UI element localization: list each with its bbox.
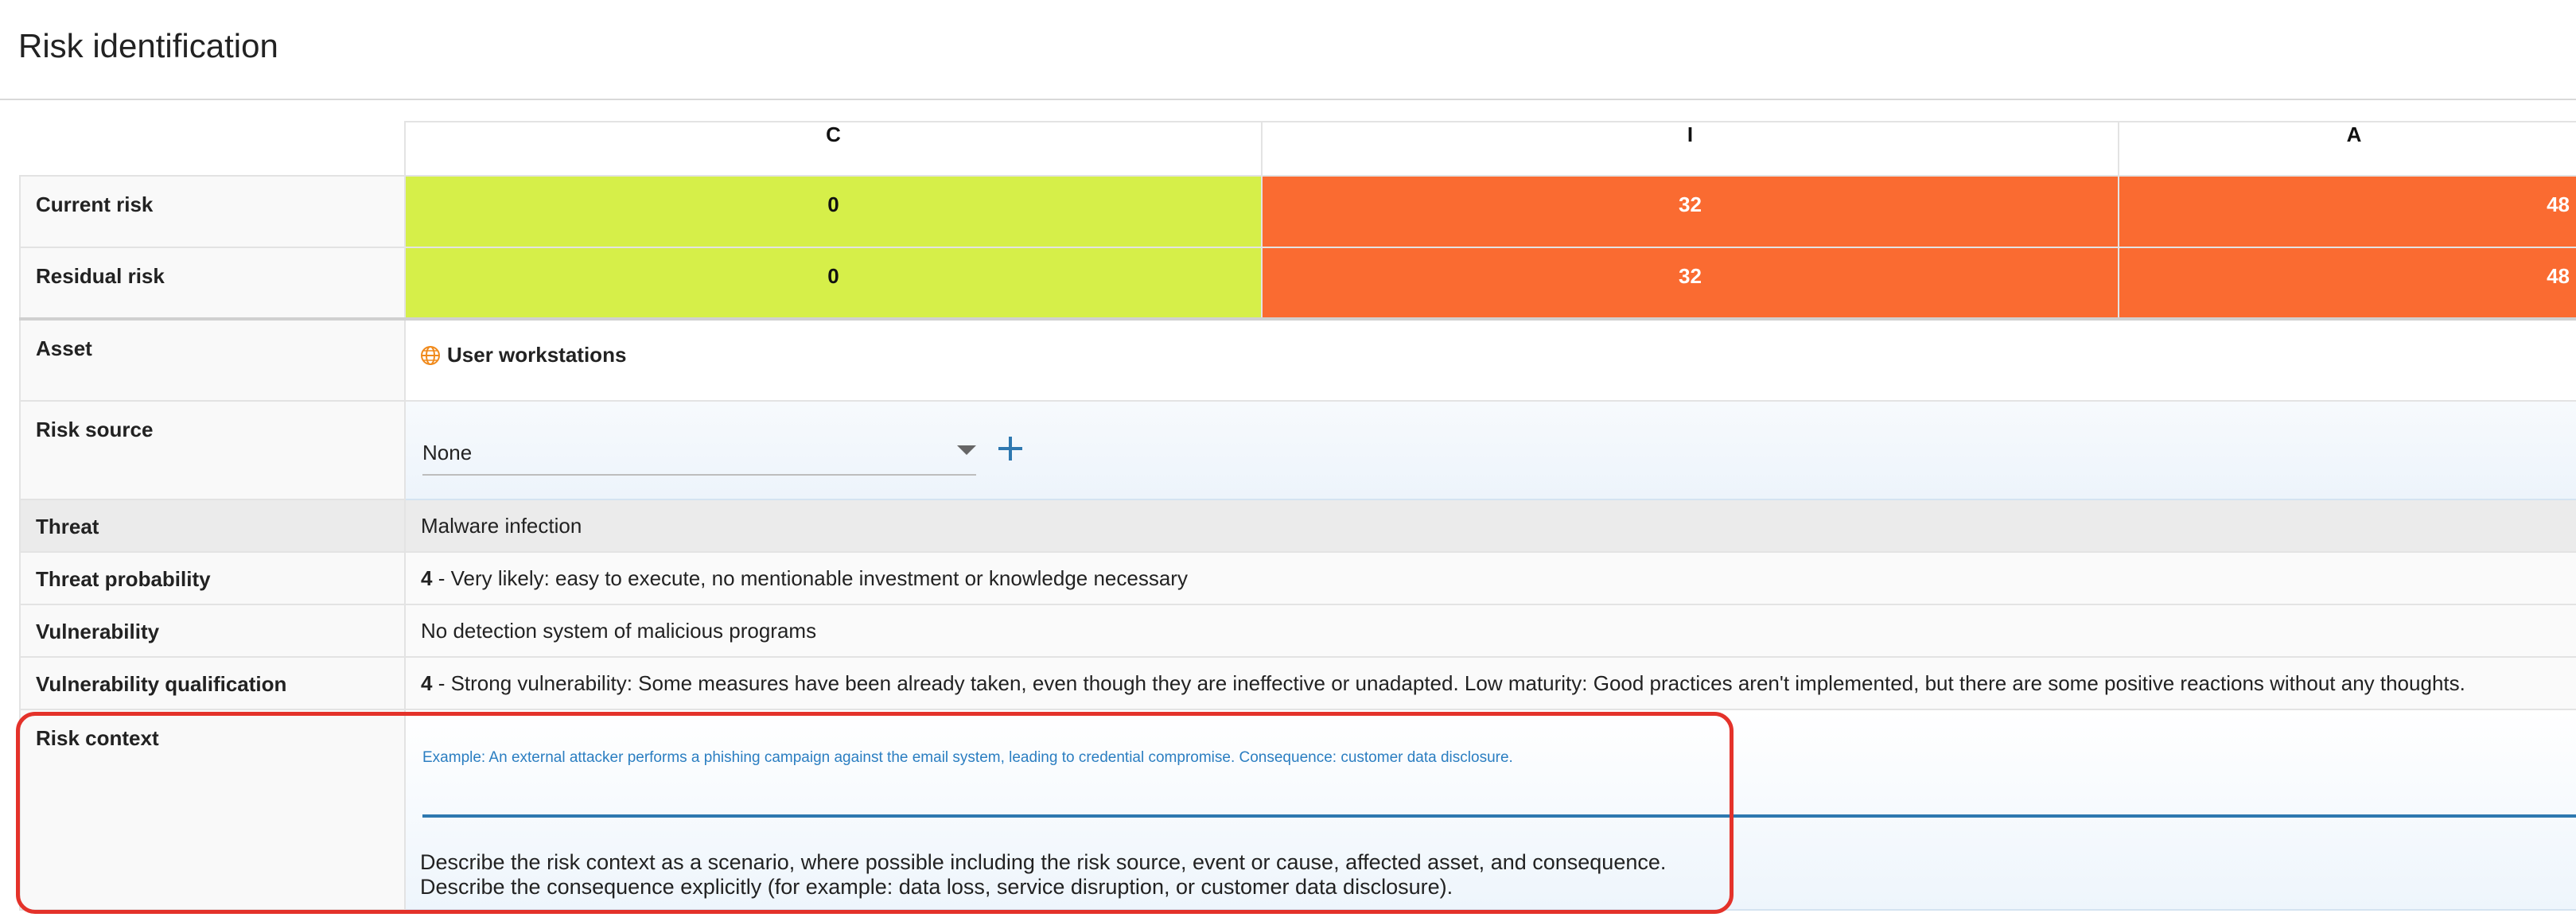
risk-source-select[interactable]: None [422, 429, 976, 476]
threat-value: Malware infection [404, 499, 2576, 553]
page-header: Risk identification [0, 0, 2576, 100]
vulnerability-label: Vulnerability [19, 604, 406, 658]
chevron-down-icon [957, 445, 976, 455]
threat-probability-label: Threat probability [19, 551, 406, 605]
threat-probability-value: 4 - Very likely: easy to execute, no men… [404, 551, 2576, 605]
risk-source-label: Risk source [19, 400, 406, 500]
globe-icon [421, 345, 440, 365]
risk-context-help-line-1: Describe the risk context as a scenario,… [420, 850, 1667, 874]
vulnerability-qualification-label: Vulnerability qualification [19, 656, 406, 710]
residual-risk-label: Residual risk [19, 247, 406, 320]
current-risk-a: 48 [2118, 175, 2576, 248]
asset-value-cell: User workstations [404, 317, 2576, 402]
column-header-i: I [1261, 121, 2119, 177]
vulnerability-qualification-row: Vulnerability qualification 4 - Strong v… [19, 656, 2576, 710]
residual-risk-a: 48 [2118, 247, 2576, 320]
corner-cell [20, 122, 405, 176]
current-risk-label: Current risk [19, 175, 406, 248]
threat-probability-row: Threat probability 4 - Very likely: easy… [19, 551, 2576, 605]
column-header-a: A [2118, 121, 2576, 177]
residual-risk-i: 32 [1261, 247, 2119, 320]
residual-risk-row: Residual risk 0 32 48 [19, 247, 2576, 320]
risk-context-placeholder: Example: An external attacker performs a… [422, 749, 1513, 766]
vulnerability-value: No detection system of malicious program… [404, 604, 2576, 658]
risk-source-row: Risk source [19, 400, 2576, 500]
vulnerability-qualification-value: 4 - Strong vulnerability: Some measures … [404, 656, 2576, 710]
risk-context-help-line-2: Describe the consequence explicitly (for… [420, 875, 1453, 899]
residual-risk-c: 0 [404, 247, 1263, 320]
vulnerability-qualification-text: - Strong vulnerability: Some measures ha… [432, 670, 2465, 695]
risk-source-selected: None [422, 441, 473, 464]
risk-context-label: Risk context [19, 709, 406, 911]
threat-probability-text: - Very likely: easy to execute, no menti… [432, 565, 1188, 590]
vulnerability-row: Vulnerability No detection system of mal… [19, 604, 2576, 658]
threat-probability-level: 4 [421, 565, 433, 590]
current-risk-i: 32 [1261, 175, 2119, 248]
vulnerability-qualification-level: 4 [421, 670, 433, 695]
current-risk-c: 0 [404, 175, 1263, 248]
risk-context-help: Describe the risk context as a scenario,… [420, 850, 1666, 900]
column-header-c: C [404, 121, 1263, 177]
current-risk-row: Current risk 0 32 48 [19, 175, 2576, 248]
threat-row: Threat Malware infection [19, 499, 2576, 553]
risk-context-input[interactable]: Example: An external attacker performs a… [422, 740, 2576, 818]
add-risk-source-button[interactable] [996, 434, 1025, 463]
asset-row: Asset User workstations [19, 317, 2576, 402]
asset-name[interactable]: User workstations [447, 343, 626, 367]
asset-label: Asset [19, 317, 406, 402]
threat-label: Threat [19, 499, 406, 553]
page-title: Risk identification [18, 27, 278, 64]
